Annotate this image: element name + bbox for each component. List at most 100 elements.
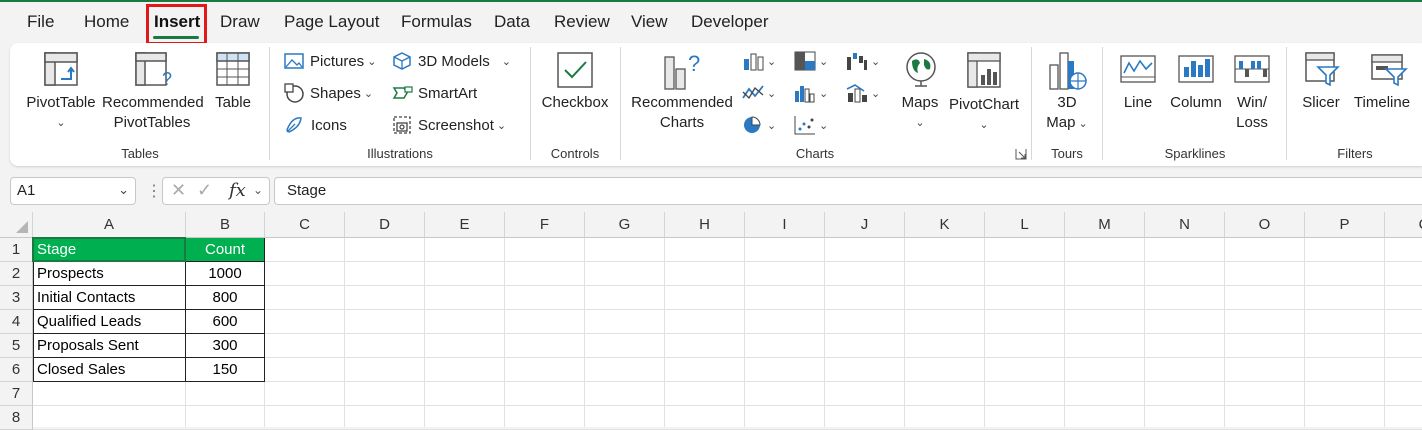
hierarchy-chart-icon [794, 51, 816, 71]
table-cell[interactable]: 150 [186, 358, 265, 382]
table-header-cell[interactable]: Count [186, 238, 265, 262]
table-cell[interactable]: Closed Sales [33, 358, 186, 382]
column-header[interactable]: G [585, 212, 665, 238]
smartart-icon [392, 86, 413, 99]
column-header[interactable]: J [825, 212, 905, 238]
row-header[interactable]: 2 [0, 262, 33, 286]
recommended-charts-button[interactable]: Recommended Charts [630, 93, 734, 133]
tab-review[interactable]: Review [554, 12, 610, 32]
table-button[interactable]: Table [208, 93, 258, 113]
enter-icon[interactable]: ✓ [197, 180, 212, 201]
select-all-corner[interactable] [0, 212, 33, 238]
row-header[interactable]: 8 [0, 406, 33, 430]
table-cell[interactable]: 800 [186, 286, 265, 310]
pie-chart-icon [744, 116, 761, 133]
winloss-sparkline-button[interactable]: Win/Loss [1230, 93, 1274, 133]
table-cell[interactable]: 300 [186, 334, 265, 358]
table-cell[interactable]: Prospects [33, 262, 186, 286]
column-header[interactable]: L [985, 212, 1065, 238]
column-header[interactable]: O [1225, 212, 1305, 238]
column-chart-button[interactable]: ⌄ [742, 49, 776, 73]
table-cell[interactable]: Proposals Sent [33, 334, 186, 358]
smartart-label: SmartArt [418, 84, 478, 102]
row-header[interactable]: 4 [0, 310, 33, 334]
icons-label: Icons [311, 116, 347, 134]
tab-view[interactable]: View [631, 12, 668, 32]
column-header[interactable]: N [1145, 212, 1225, 238]
chevron-down-icon[interactable]: ⌄ [253, 183, 263, 197]
insert-function-icon[interactable]: fx [229, 180, 246, 201]
row-header[interactable]: 5 [0, 334, 33, 358]
name-box[interactable]: A1 ⌄ [10, 177, 136, 205]
active-cell-outline [32, 237, 186, 262]
statistic-chart-button[interactable]: ⌄ [794, 81, 828, 105]
ribbon-insert-panel: PivotTable ⌄ ? Recommended PivotTables Tab… [10, 43, 1422, 166]
line-chart-button[interactable]: ⌄ [742, 81, 776, 105]
line-sparkline-icon [1120, 55, 1156, 83]
maps-icon [906, 52, 936, 87]
column-header[interactable]: E [425, 212, 505, 238]
combo-chart-icon [846, 84, 867, 103]
tab-draw[interactable]: Draw [220, 12, 260, 32]
column-header[interactable]: A [33, 212, 186, 238]
worksheet-grid[interactable]: ABCDEFGHIJKLMNOPQ12345678StageCountProsp… [0, 212, 1422, 430]
3d-models-label: 3D Models [418, 52, 490, 70]
combo-chart-button[interactable]: ⌄ [846, 81, 880, 105]
group-separator [1031, 47, 1032, 160]
row-header[interactable]: 6 [0, 358, 33, 382]
pictures-button[interactable]: Pictures ⌄ [284, 49, 376, 73]
column-header[interactable]: Q [1385, 212, 1422, 238]
pivottable-button[interactable]: PivotTable ⌄ [26, 93, 96, 133]
table-cell[interactable]: Initial Contacts [33, 286, 186, 310]
icons-button[interactable]: Icons [284, 113, 347, 137]
maps-button[interactable]: Maps ⌄ [894, 93, 946, 133]
pivottable-icon [44, 52, 78, 86]
ribbon-tabs: File Home Insert Draw Page Layout Formul… [0, 2, 1422, 45]
waterfall-chart-button[interactable]: ⌄ [846, 49, 880, 73]
column-header[interactable]: K [905, 212, 985, 238]
hierarchy-chart-button[interactable]: ⌄ [794, 49, 828, 73]
recommended-pivottables-button[interactable]: Recommended PivotTables [102, 93, 204, 133]
column-header[interactable]: I [745, 212, 825, 238]
formula-input[interactable]: Stage [274, 177, 1422, 205]
row-header[interactable]: 1 [0, 238, 33, 262]
pivotchart-icon [967, 52, 1001, 88]
tab-page-layout[interactable]: Page Layout [284, 12, 379, 32]
scatter-chart-button[interactable]: ⌄ [794, 113, 828, 137]
tab-data[interactable]: Data [494, 12, 530, 32]
more-options-icon[interactable]: ⋮ [146, 181, 162, 201]
screenshot-button[interactable]: Screenshot ⌄ [392, 113, 506, 137]
timeline-icon [1371, 54, 1408, 87]
table-cell[interactable]: Qualified Leads [33, 310, 186, 334]
charts-dialog-launcher-icon[interactable] [1015, 148, 1027, 160]
column-header[interactable]: F [505, 212, 585, 238]
line-sparkline-button[interactable]: Line [1114, 93, 1162, 113]
column-header[interactable]: P [1305, 212, 1385, 238]
table-cell[interactable]: 600 [186, 310, 265, 334]
3d-map-button[interactable]: 3D Map ⌄ [1040, 93, 1094, 134]
tab-formulas[interactable]: Formulas [401, 12, 472, 32]
tab-home[interactable]: Home [84, 12, 129, 32]
3d-models-button[interactable]: 3D Models ⌄ [392, 49, 511, 73]
timeline-button[interactable]: Timeline [1350, 93, 1414, 113]
pie-chart-button[interactable]: ⌄ [742, 113, 776, 137]
column-header[interactable]: H [665, 212, 745, 238]
smartart-button[interactable]: SmartArt [392, 81, 477, 105]
tab-file[interactable]: File [27, 12, 54, 32]
table-cell[interactable]: 1000 [186, 262, 265, 286]
shapes-button[interactable]: Shapes ⌄ [284, 81, 373, 105]
column-header[interactable]: C [265, 212, 345, 238]
slicer-button[interactable]: Slicer [1296, 93, 1346, 113]
chevron-down-icon: ⌄ [118, 182, 129, 197]
column-header[interactable]: B [186, 212, 265, 238]
checkbox-button[interactable]: Checkbox [538, 93, 612, 113]
column-header[interactable]: D [345, 212, 425, 238]
row-header[interactable]: 7 [0, 382, 33, 406]
row-header[interactable]: 3 [0, 286, 33, 310]
column-sparkline-button[interactable]: Column [1170, 93, 1222, 113]
column-header[interactable]: M [1065, 212, 1145, 238]
tab-developer[interactable]: Developer [691, 12, 769, 32]
cancel-icon[interactable]: ✕ [171, 180, 186, 201]
pivotchart-button[interactable]: PivotChart ⌄ [948, 95, 1020, 135]
column-chart-icon [744, 53, 764, 71]
